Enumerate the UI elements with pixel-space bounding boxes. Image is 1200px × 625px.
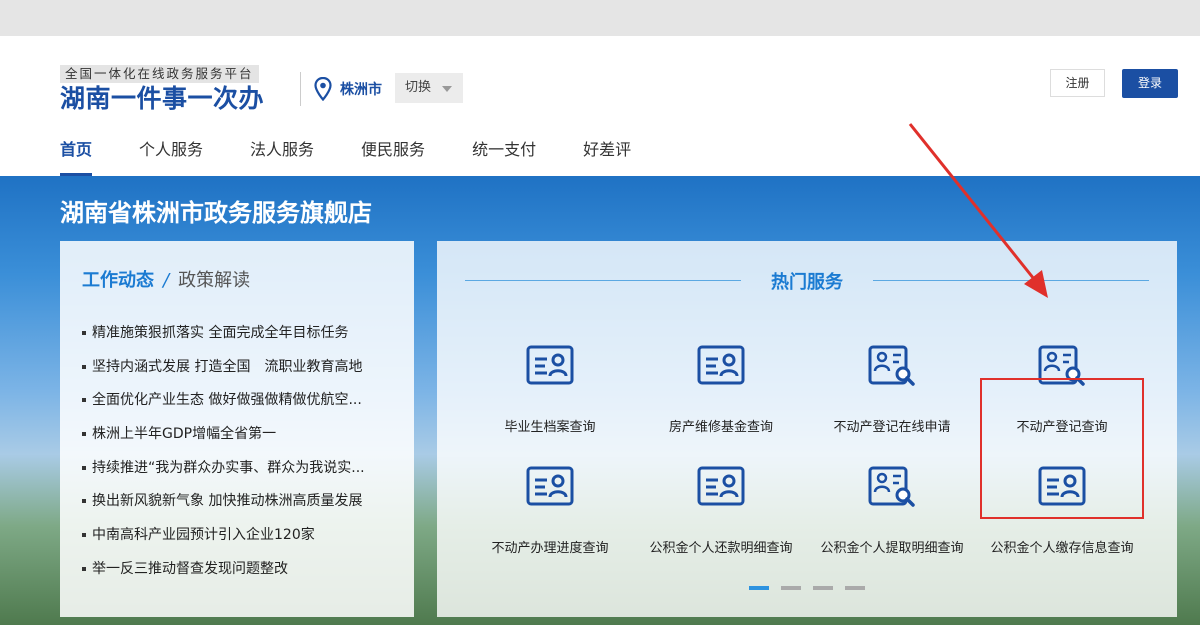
- bullet: [82, 331, 86, 335]
- nav-item-personal[interactable]: 个人服务: [139, 136, 203, 176]
- person-card-icon: [697, 466, 745, 506]
- document-search-icon: [868, 345, 915, 386]
- service-label: 毕业生档案查询: [504, 420, 596, 435]
- person-card-icon: [697, 345, 745, 385]
- city-switch-label: 切换: [405, 80, 432, 95]
- title-line-left: [465, 280, 741, 281]
- news-list: 精准施策狠抓落实 全面完成全年目标任务 坚持内涵式发展 打造全国 流职业教育高地…: [82, 317, 402, 587]
- logo-subtitle: 全国一体化在线政务服务平台: [60, 65, 259, 83]
- news-item-text: 全面优化产业生态 做好做强做精做优航空...: [92, 392, 362, 409]
- tab-work-news[interactable]: 工作动态: [82, 270, 154, 291]
- pager-dot[interactable]: [749, 586, 769, 590]
- annotation-highlight-box: [980, 378, 1144, 519]
- hot-services-title: 热门服务: [771, 272, 843, 293]
- city-switch-button[interactable]: 切换: [395, 73, 463, 103]
- register-button[interactable]: 注册: [1050, 69, 1105, 97]
- tab-separator: /: [163, 270, 170, 291]
- news-item-text: 坚持内涵式发展 打造全国 流职业教育高地: [92, 358, 363, 375]
- nav-item-convenience[interactable]: 便民服务: [361, 136, 425, 176]
- news-item[interactable]: 持续推进“我为群众办实事、群众为我说实...: [82, 452, 402, 486]
- bullet: [82, 533, 86, 538]
- tab-policy[interactable]: 政策解读: [178, 270, 250, 291]
- bullet: [82, 364, 86, 369]
- bullet: [82, 566, 86, 571]
- news-item-text: 中南高科产业园预计引入企业120家: [92, 527, 315, 544]
- document-search-icon: [868, 466, 915, 507]
- nav-item-home[interactable]: 首页: [60, 136, 93, 176]
- news-item-text: 举一反三推动督查发现问题整改: [92, 560, 288, 577]
- hero-banner: 湖南省株洲市政务服务旗舰店 工作动态 / 政策解读 精准施策狠抓落实 全面完成全年目…: [0, 176, 1200, 625]
- pager-dot[interactable]: [845, 586, 865, 590]
- pager-dot[interactable]: [781, 586, 801, 590]
- service-housing-maintenance-fund[interactable]: 房产维修基金查询: [636, 344, 806, 454]
- news-item-text: 株洲上半年GDP增幅全省第一: [92, 426, 277, 443]
- news-item-text: 换出新风貌新气象 加快推动株洲高质量发展: [92, 493, 363, 510]
- service-label: 房产维修基金查询: [668, 420, 773, 435]
- news-item[interactable]: 举一反三推动督查发现问题整改: [82, 553, 402, 587]
- news-item[interactable]: 精准施策狠抓落实 全面完成全年目标任务: [82, 317, 402, 351]
- current-city: 株洲市: [340, 82, 382, 98]
- service-label: 不动产办理进度查询: [491, 541, 609, 556]
- nav-item-review[interactable]: 好差评: [583, 136, 631, 176]
- header-divider: [300, 72, 301, 106]
- site-header: 全国一体化在线政务服务平台 湖南一件事一次办 株洲市 切换 注册 登录 首页 个…: [0, 36, 1200, 176]
- browser-top-bar: [0, 0, 1200, 36]
- bullet: [82, 465, 86, 470]
- service-fund-repayment-detail[interactable]: 公积金个人还款明细查询: [636, 465, 806, 575]
- bullet: [82, 432, 86, 437]
- bullet: [82, 499, 86, 504]
- news-item[interactable]: 全面优化产业生态 做好做强做精做优航空...: [82, 384, 402, 418]
- news-panel: 工作动态 / 政策解读 精准施策狠抓落实 全面完成全年目标任务 坚持内涵式发展 打造…: [60, 241, 414, 617]
- service-label: 不动产登记在线申请: [833, 420, 951, 435]
- person-card-icon: [526, 345, 574, 385]
- nav-item-payment[interactable]: 统一支付: [472, 136, 536, 176]
- bullet: [82, 398, 86, 403]
- service-graduate-archive[interactable]: 毕业生档案查询: [465, 344, 635, 454]
- news-item[interactable]: 株洲上半年GDP增幅全省第一: [82, 418, 402, 452]
- logo-title[interactable]: 湖南一件事一次办: [60, 84, 264, 114]
- news-item-text: 持续推进“我为群众办实事、群众为我说实...: [92, 459, 365, 476]
- banner-title: 湖南省株洲市政务服务旗舰店: [60, 199, 372, 227]
- service-label: 公积金个人缴存信息查询: [990, 541, 1134, 556]
- news-item-text: 精准施策狠抓落实 全面完成全年目标任务: [92, 325, 349, 341]
- nav-item-legal-entity[interactable]: 法人服务: [250, 136, 314, 176]
- service-label: 公积金个人还款明细查询: [649, 541, 793, 556]
- news-item[interactable]: 中南高科产业园预计引入企业120家: [82, 519, 402, 553]
- hot-services-panel: 热门服务 毕业生档案查询 房产维修基金查询 不动产登记在线申请 不动产登记查询 …: [437, 241, 1177, 617]
- service-realestate-progress[interactable]: 不动产办理进度查询: [465, 465, 635, 575]
- location-pin-icon: [314, 77, 332, 101]
- service-fund-withdraw-detail[interactable]: 公积金个人提取明细查询: [807, 465, 977, 575]
- person-card-icon: [526, 466, 574, 506]
- pager-dot[interactable]: [813, 586, 833, 590]
- news-item[interactable]: 坚持内涵式发展 打造全国 流职业教育高地: [82, 351, 402, 385]
- caret-down-icon: [442, 86, 452, 92]
- title-line-right: [873, 280, 1149, 281]
- news-item[interactable]: 换出新风貌新气象 加快推动株洲高质量发展: [82, 485, 402, 519]
- login-button[interactable]: 登录: [1122, 69, 1178, 98]
- service-label: 公积金个人提取明细查询: [820, 541, 964, 556]
- news-tabs: 工作动态 / 政策解读: [82, 266, 250, 292]
- main-nav: 首页 个人服务 法人服务 便民服务 统一支付 好差评: [60, 136, 678, 176]
- carousel-pager: [749, 586, 877, 590]
- service-realestate-online-apply[interactable]: 不动产登记在线申请: [807, 344, 977, 454]
